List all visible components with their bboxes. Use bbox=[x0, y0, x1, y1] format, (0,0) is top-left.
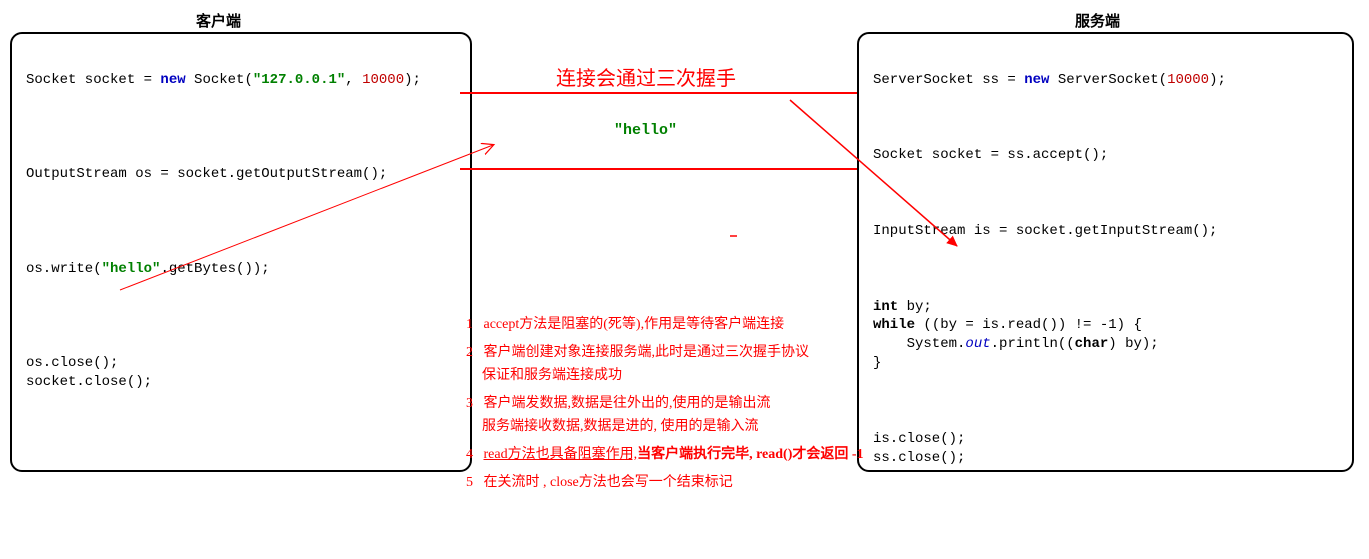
client-line-4: os.close(); bbox=[26, 355, 118, 371]
note-3: 3 客户端发数据,数据是往外出的,使用的是输出流 服务端接收数据,数据是进的, … bbox=[466, 393, 866, 438]
channel-top-line bbox=[460, 92, 857, 94]
server-line-4: int by; bbox=[873, 299, 932, 315]
server-code: ServerSocket ss = new ServerSocket(10000… bbox=[873, 52, 1338, 452]
server-line-6: System.out.println((char) by); bbox=[873, 336, 1159, 352]
note-4: 4 read方法也具备阻塞作用,当客户端执行完毕, read()才会返回 -1 bbox=[466, 444, 866, 466]
note-1: 1 accept方法是阻塞的(死等),作用是等待客户端连接 bbox=[466, 314, 866, 336]
client-line-1: Socket socket = new Socket("127.0.0.1", … bbox=[26, 72, 421, 88]
server-line-2: Socket socket = ss.accept(); bbox=[873, 147, 1108, 163]
channel-bottom-line bbox=[460, 168, 857, 170]
client-title: 客户端 bbox=[196, 10, 241, 31]
server-line-9: ss.close(); bbox=[873, 450, 965, 466]
server-box: ServerSocket ss = new ServerSocket(10000… bbox=[857, 32, 1354, 472]
client-line-2: OutputStream os = socket.getOutputStream… bbox=[26, 166, 387, 182]
note-5: 5 在关流时 , close方法也会写一个结束标记 bbox=[466, 472, 866, 494]
client-code: Socket socket = new Socket("127.0.0.1", … bbox=[26, 52, 456, 452]
note-2: 2 客户端创建对象连接服务端,此时是通过三次握手协议 保证和服务端连接成功 bbox=[466, 342, 866, 387]
server-line-1: ServerSocket ss = new ServerSocket(10000… bbox=[873, 72, 1226, 88]
server-line-8: is.close(); bbox=[873, 431, 965, 447]
hello-message: "hello" bbox=[614, 122, 677, 139]
server-line-7: } bbox=[873, 355, 881, 371]
handshake-label: 连接会通过三次握手 bbox=[556, 62, 736, 91]
notes-block: 1 accept方法是阻塞的(死等),作用是等待客户端连接 2 客户端创建对象连… bbox=[466, 314, 866, 501]
client-box: Socket socket = new Socket("127.0.0.1", … bbox=[10, 32, 472, 472]
client-line-5: socket.close(); bbox=[26, 374, 152, 390]
server-title: 服务端 bbox=[1075, 10, 1120, 31]
server-line-3: InputStream is = socket.getInputStream()… bbox=[873, 223, 1217, 239]
server-line-5: while ((by = is.read()) != -1) { bbox=[873, 317, 1142, 333]
client-line-3: os.write("hello".getBytes()); bbox=[26, 261, 270, 277]
